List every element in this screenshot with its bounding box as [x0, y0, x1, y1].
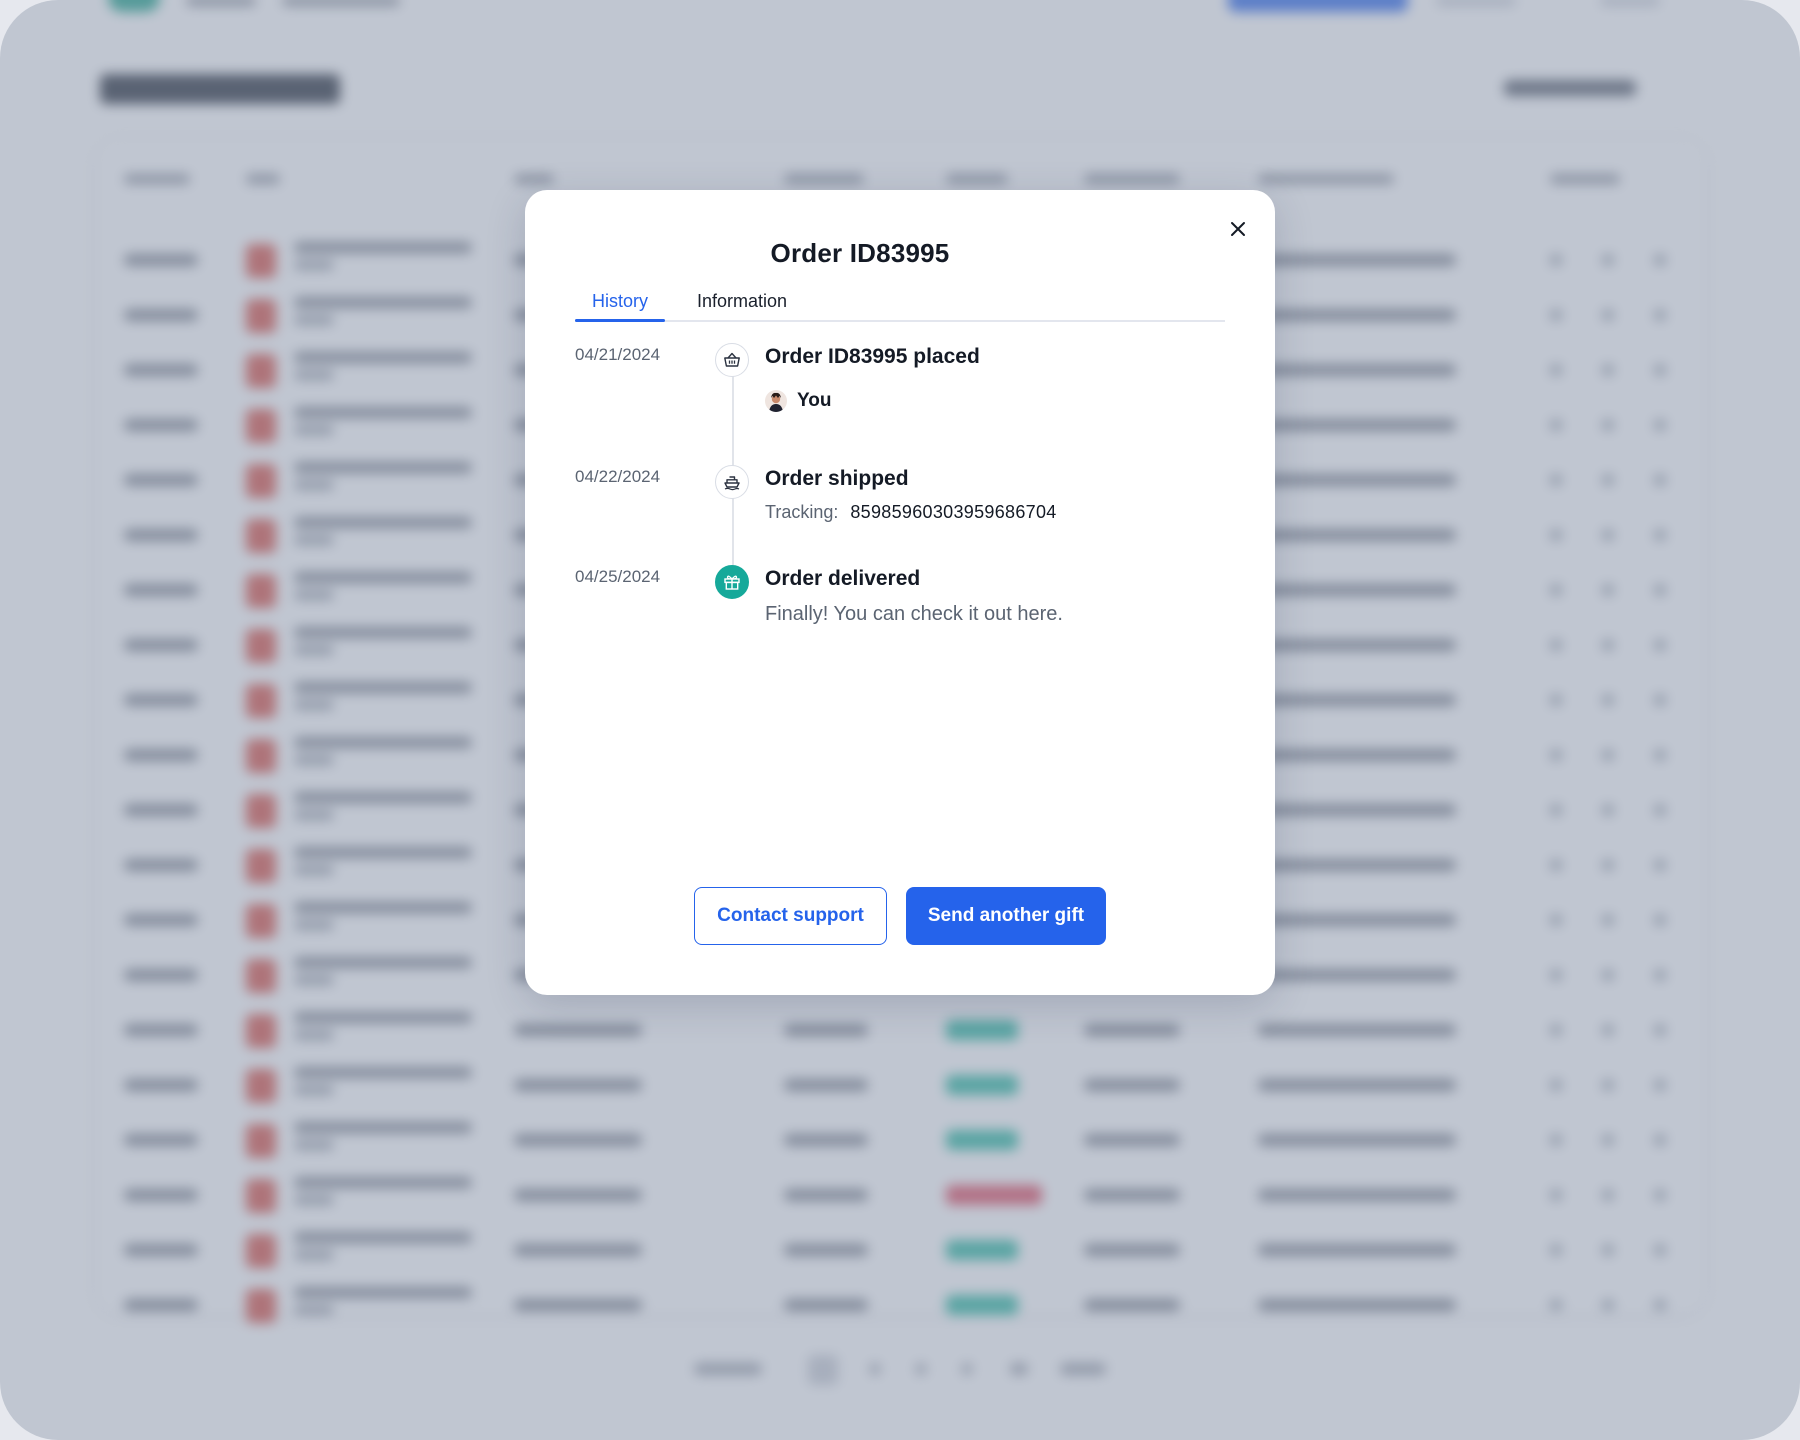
event-icon-badge [715, 565, 749, 599]
app-window: Order ID83995 History Information 04/21/… [0, 0, 1800, 1440]
actor-name: You [797, 390, 832, 411]
order-modal: Order ID83995 History Information 04/21/… [525, 190, 1275, 995]
history-timeline: 04/21/2024 Order ID83995 placed You 04/2… [525, 190, 1275, 995]
basket-icon [724, 352, 740, 367]
tracking-label: Tracking: [765, 502, 839, 522]
gift-icon [724, 575, 740, 590]
tracking-number[interactable]: 85985960303959686704 [850, 502, 1056, 523]
user-avatar-icon [769, 392, 783, 412]
ship-icon [724, 476, 740, 491]
event-icon-badge [715, 465, 749, 499]
event-title: Order shipped [765, 467, 909, 490]
send-another-gift-button[interactable]: Send another gift [906, 887, 1106, 945]
event-date: 04/21/2024 [575, 345, 661, 364]
avatar [765, 390, 787, 412]
event-actor: You [765, 390, 831, 412]
event-date: 04/25/2024 [575, 567, 661, 586]
tracking-info: Tracking: 85985960303959686704 [765, 502, 1057, 523]
contact-support-button[interactable]: Contact support [694, 887, 887, 945]
event-icon-badge [715, 343, 749, 377]
event-title: Order delivered [765, 567, 921, 590]
event-title: Order ID83995 placed [765, 345, 980, 368]
event-message: Finally! You can check it out here. [765, 603, 1063, 625]
event-date: 04/22/2024 [575, 467, 661, 486]
